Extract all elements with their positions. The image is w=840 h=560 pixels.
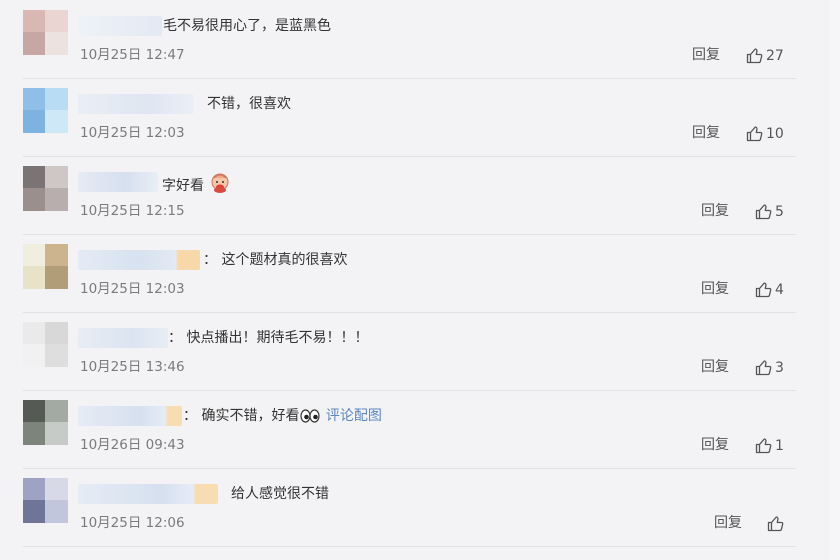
comment-text: ： 这个题材真的很喜欢 bbox=[203, 252, 348, 268]
like-button[interactable] bbox=[767, 514, 787, 534]
reply-button[interactable]: 回复 bbox=[714, 514, 742, 532]
avatar[interactable] bbox=[23, 166, 68, 211]
like-button[interactable]: 10 bbox=[746, 124, 784, 144]
scrollbar-track[interactable] bbox=[830, 0, 840, 560]
thumbs-up-icon bbox=[746, 48, 763, 64]
comment-text: ： 确实不错，好看 评论配图 bbox=[183, 408, 382, 424]
comment-item: ： 确实不错，好看 评论配图 10月26日 09:43 回复 1 bbox=[23, 390, 796, 469]
avatar[interactable] bbox=[23, 88, 68, 133]
comment-time: 10月25日 12:03 bbox=[80, 281, 185, 297]
comment-time: 10月26日 09:43 bbox=[80, 437, 185, 453]
username-blurred[interactable] bbox=[78, 16, 162, 36]
like-button[interactable]: 27 bbox=[746, 46, 784, 66]
comment-item: 给人感觉很不错 10月25日 12:06 回复 bbox=[23, 468, 796, 547]
thumbs-up-icon bbox=[767, 516, 784, 532]
avatar[interactable] bbox=[23, 478, 68, 523]
comment-item: 不错，很喜欢 10月25日 12:03 回复 10 bbox=[23, 78, 796, 157]
username-blurred[interactable] bbox=[78, 406, 182, 426]
like-count: 10 bbox=[766, 126, 784, 142]
username-blurred[interactable] bbox=[78, 250, 200, 270]
comment-item: ： 这个题材真的很喜欢 10月25日 12:03 回复 4 bbox=[23, 234, 796, 313]
thumbs-up-icon bbox=[755, 282, 772, 298]
comment-item: 字好看 10月25日 12:15 回复 5 bbox=[23, 156, 796, 235]
comment-text: 字好看 bbox=[162, 172, 232, 196]
like-button[interactable]: 5 bbox=[755, 202, 784, 222]
comment-time: 10月25日 12:03 bbox=[80, 125, 185, 141]
username-blurred[interactable] bbox=[78, 94, 194, 114]
avatar[interactable] bbox=[23, 322, 68, 367]
reply-button[interactable]: 回复 bbox=[701, 358, 729, 376]
like-count: 3 bbox=[775, 360, 784, 376]
thumbs-up-icon bbox=[755, 360, 772, 376]
username-blurred[interactable] bbox=[78, 328, 168, 348]
reply-button[interactable]: 回复 bbox=[692, 46, 720, 64]
avatar[interactable] bbox=[23, 10, 68, 55]
like-button[interactable]: 3 bbox=[755, 358, 784, 378]
thumbs-up-icon bbox=[755, 204, 772, 220]
comment-text: ： 快点播出！期待毛不易！！！ bbox=[168, 330, 369, 346]
like-count: 4 bbox=[775, 282, 784, 298]
thumbs-up-icon bbox=[755, 438, 772, 454]
like-count: 27 bbox=[766, 48, 784, 64]
avatar[interactable] bbox=[23, 400, 68, 445]
reply-button[interactable]: 回复 bbox=[701, 202, 729, 220]
like-button[interactable]: 1 bbox=[755, 436, 784, 456]
comment-time: 10月25日 12:47 bbox=[80, 47, 185, 63]
thumbs-up-icon bbox=[746, 126, 763, 142]
comment-item: ： 快点播出！期待毛不易！！！ 10月25日 13:46 回复 3 bbox=[23, 312, 796, 391]
like-count: 5 bbox=[775, 204, 784, 220]
comment-item: 毛不易很用心了，是蓝黑色 10月25日 12:47 回复 27 bbox=[23, 0, 796, 79]
comment-text: 毛不易很用心了，是蓝黑色 bbox=[163, 18, 331, 34]
comment-text: 给人感觉很不错 bbox=[231, 486, 329, 502]
like-count: 1 bbox=[775, 438, 784, 454]
comment-time: 10月25日 13:46 bbox=[80, 359, 185, 375]
username-blurred[interactable] bbox=[78, 172, 158, 192]
reply-button[interactable]: 回复 bbox=[692, 124, 720, 142]
comment-time: 10月25日 12:06 bbox=[80, 515, 185, 531]
reply-button[interactable]: 回复 bbox=[701, 436, 729, 454]
reply-button[interactable]: 回复 bbox=[701, 280, 729, 298]
like-button[interactable]: 4 bbox=[755, 280, 784, 300]
username-blurred[interactable] bbox=[78, 484, 218, 504]
comment-text: 不错，很喜欢 bbox=[207, 96, 291, 112]
eyes-emoji-icon bbox=[300, 409, 321, 423]
comment-image-link[interactable]: 评论配图 bbox=[326, 408, 382, 424]
avatar[interactable] bbox=[23, 244, 68, 289]
baby-emoji-icon bbox=[211, 173, 229, 193]
comment-time: 10月25日 12:15 bbox=[80, 203, 185, 219]
